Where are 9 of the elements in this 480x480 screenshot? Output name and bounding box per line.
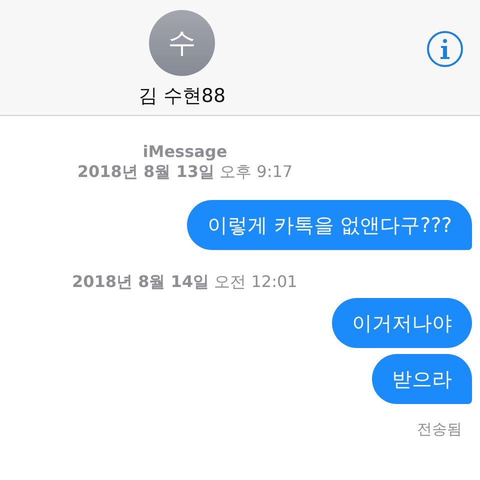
- message-bubble: 이거저나야: [332, 298, 472, 348]
- timestamp: 2018년 8월 13일 오후 9:17: [77, 162, 293, 182]
- message-bubble: 이렇게 카톡을 없앤다구???: [187, 200, 472, 250]
- delivery-status: 전송됨: [417, 419, 462, 440]
- info-icon[interactable]: [426, 30, 464, 68]
- message-bubble: 받으라: [372, 354, 472, 404]
- service-label: iMessage: [142, 142, 228, 162]
- timestamp: 2018년 8월 14일 오전 12:01: [72, 272, 298, 292]
- contact-name[interactable]: 김 수현88: [138, 82, 226, 110]
